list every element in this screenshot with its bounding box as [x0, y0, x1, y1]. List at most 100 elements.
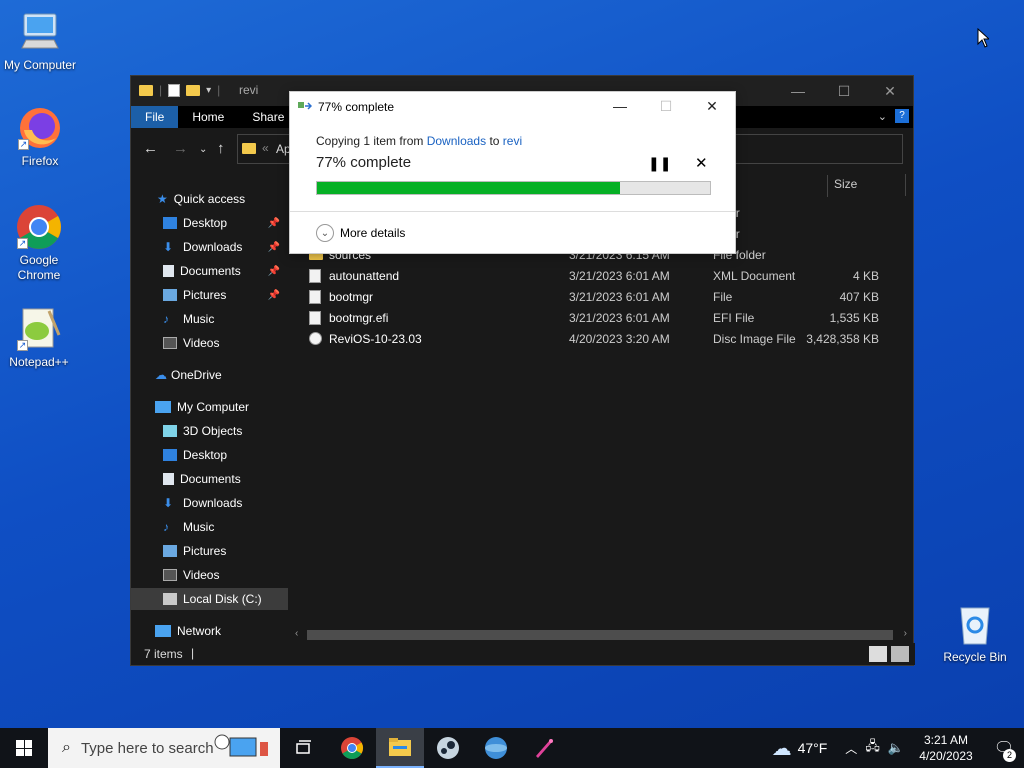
pictures-icon — [163, 545, 177, 557]
large-icons-view-icon[interactable] — [891, 646, 909, 662]
sidebar-item-onedrive[interactable]: ☁ OneDrive — [131, 364, 288, 386]
dialog-title-bar: 77% complete — ☐ ✕ — [290, 92, 735, 120]
pause-icon[interactable]: ❚❚ — [648, 155, 671, 172]
progress-fill — [317, 182, 620, 194]
expand-ribbon-icon[interactable]: ⌄ — [878, 110, 887, 123]
details-view-icon[interactable] — [869, 646, 887, 662]
sidebar-item-pictures[interactable]: Pictures 📌 — [131, 284, 288, 306]
desktop-icon-label: Google Chrome — [17, 253, 61, 282]
desktop-icon-firefox[interactable]: ↗ Firefox — [0, 104, 80, 169]
desktop-icon — [163, 217, 177, 229]
taskbar-app-globe[interactable] — [472, 728, 520, 768]
chrome-icon: ↗ — [15, 203, 63, 251]
quick-access-toolbar: | ▾ | — [139, 83, 220, 97]
sidebar-item-local-disk[interactable]: Local Disk (C:) — [131, 588, 288, 610]
horizontal-scrollbar[interactable]: ‹ › — [293, 628, 911, 642]
taskbar-steam[interactable] — [424, 728, 472, 768]
mouse-cursor-icon — [977, 28, 989, 48]
clock-date: 4/20/2023 — [919, 749, 973, 763]
scroll-right-icon[interactable]: › — [904, 628, 907, 639]
sidebar-item-desktop[interactable]: Desktop 📌 — [131, 212, 288, 234]
table-row[interactable]: autounattend 3/21/2023 6:01 AM XML Docum… — [309, 266, 909, 287]
desktop-icon-recycle-bin[interactable]: Recycle Bin — [935, 600, 1015, 665]
pin-icon: 📌 — [267, 217, 280, 229]
volume-icon[interactable]: 🔈 — [888, 740, 904, 756]
taskbar-chrome[interactable] — [328, 728, 376, 768]
sidebar-quick-access[interactable]: ★ Quick access — [131, 188, 288, 210]
tab-home[interactable]: Home — [178, 106, 238, 128]
sidebar-item-documents[interactable]: Documents 📌 — [131, 260, 288, 282]
clock[interactable]: 3:21 AM 4/20/2023 — [908, 732, 984, 764]
notification-center-button[interactable]: 🗨 2 — [984, 728, 1024, 768]
desktop-icon-my-computer[interactable]: My Computer — [0, 8, 80, 73]
network-icon[interactable]: 🖧 — [865, 737, 880, 759]
sidebar-item-music[interactable]: ♪ Music — [131, 308, 288, 330]
source-link[interactable]: Downloads — [427, 134, 486, 148]
chevron-down-icon: ⌄ — [316, 224, 334, 242]
help-icon[interactable]: ? — [895, 109, 909, 123]
sidebar-item-pc-downloads[interactable]: ⬇ Downloads — [131, 492, 288, 514]
table-row[interactable]: bootmgr.efi 3/21/2023 6:01 AM EFI File 1… — [309, 308, 909, 329]
documents-icon — [163, 473, 174, 485]
shortcut-arrow-icon: ↗ — [18, 139, 29, 150]
sidebar-item-3d-objects[interactable]: 3D Objects — [131, 420, 288, 442]
task-view-icon — [296, 740, 311, 754]
up-arrow-icon[interactable]: ↑ — [217, 140, 225, 157]
sidebar-item-pc-music[interactable]: ♪ Music — [131, 516, 288, 538]
tab-file[interactable]: File — [131, 106, 179, 128]
properties-icon[interactable] — [168, 83, 181, 97]
customize-toolbar-icon[interactable]: ▾ — [206, 85, 211, 96]
desktop-icon-label: My Computer — [3, 58, 77, 72]
chevron-up-icon[interactable]: ︿ — [845, 740, 857, 757]
table-row[interactable]: ReviOS-10-23.03 4/20/2023 3:20 AM Disc I… — [309, 329, 909, 350]
sidebar-item-pc-documents[interactable]: Documents — [131, 468, 288, 490]
new-folder-icon[interactable] — [186, 84, 201, 96]
cancel-copy-icon[interactable]: ✕ — [695, 154, 708, 172]
notification-badge: 2 — [1003, 749, 1016, 762]
music-note-icon: ♪ — [163, 520, 169, 534]
column-header-size[interactable]: Size — [827, 175, 857, 197]
start-button[interactable] — [0, 728, 48, 768]
sidebar-item-pc-pictures[interactable]: Pictures — [131, 540, 288, 562]
folder-icon — [242, 143, 256, 154]
download-arrow-icon: ⬇ — [163, 496, 174, 510]
back-arrow-icon[interactable]: ← — [143, 140, 158, 157]
chrome-icon — [341, 737, 363, 759]
close-button[interactable]: ✕ — [867, 76, 913, 106]
forward-arrow-icon[interactable]: → — [173, 140, 188, 157]
steam-icon — [437, 737, 459, 759]
dialog-close-button[interactable]: ✕ — [689, 92, 735, 120]
system-tray: ☁ 47°F ︿ 🖧 🔈 3:21 AM 4/20/2023 🗨 2 — [772, 728, 1024, 768]
sidebar-item-videos[interactable]: Videos — [131, 332, 288, 354]
sidebar-item-downloads[interactable]: ⬇ Downloads 📌 — [131, 236, 288, 258]
more-details-button[interactable]: ⌄ More details — [316, 224, 405, 242]
maximize-button[interactable]: ☐ — [821, 76, 867, 106]
taskbar-app-pink[interactable] — [520, 728, 568, 768]
copy-progress-dialog: 77% complete — ☐ ✕ Copying 1 item from D… — [289, 91, 736, 254]
table-row[interactable]: bootmgr 3/21/2023 6:01 AM File 407 KB — [309, 287, 909, 308]
task-view-button[interactable] — [280, 728, 328, 768]
recent-locations-icon[interactable]: ⌄ — [199, 144, 207, 155]
minimize-button[interactable]: — — [775, 76, 821, 106]
dialog-maximize-button[interactable]: ☐ — [643, 92, 689, 120]
desktop-icon-label: Firefox — [21, 154, 59, 168]
folder-icon — [139, 84, 153, 96]
destination-link[interactable]: revi — [503, 134, 522, 148]
taskbar-search-box[interactable]: ⌕ Type here to search — [48, 728, 280, 768]
scrollbar-thumb[interactable] — [307, 630, 893, 640]
copy-icon — [298, 102, 312, 110]
scroll-left-icon[interactable]: ‹ — [295, 628, 298, 639]
sidebar-item-pc-videos[interactable]: Videos — [131, 564, 288, 586]
file-explorer-icon — [389, 738, 411, 756]
computer-icon — [16, 8, 64, 56]
weather-cloud-icon[interactable]: ☁ — [772, 736, 792, 761]
desktop-icon-notepadpp[interactable]: ↗ Notepad++ — [0, 305, 79, 370]
sidebar-item-network[interactable]: Network — [131, 620, 288, 642]
dialog-minimize-button[interactable]: — — [597, 92, 643, 120]
weather-temperature[interactable]: 47°F — [798, 740, 828, 756]
sidebar-item-pc-desktop[interactable]: Desktop — [131, 444, 288, 466]
music-note-icon: ♪ — [163, 312, 169, 326]
taskbar-file-explorer[interactable] — [376, 728, 424, 768]
desktop-icon-chrome[interactable]: ↗ Google Chrome — [0, 203, 79, 283]
sidebar-item-my-computer[interactable]: My Computer — [131, 396, 288, 418]
